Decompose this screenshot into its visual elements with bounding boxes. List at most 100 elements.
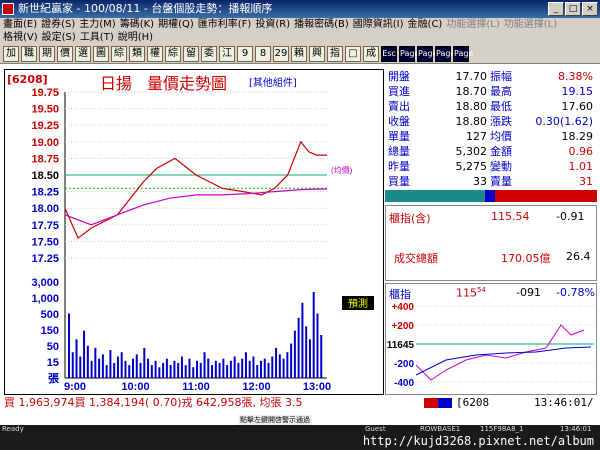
menu-item[interactable]: 籌碼(K) [120, 18, 154, 31]
volume-tick-label: 1,000 [31, 293, 59, 305]
volume-bar [105, 365, 108, 378]
title-bar: 新世紀贏家 - 100/08/11 - 台盤個股走勢：播報順序 _ □ × [0, 0, 600, 18]
toolbar-button[interactable]: 類 [129, 46, 145, 62]
price-tick-label: 17.25 [31, 253, 59, 265]
mini-tick-label: -400 [394, 378, 414, 389]
volume-bar [83, 330, 86, 378]
menu-item[interactable]: 投資(R) [255, 18, 290, 31]
toolbar-button[interactable]: 成 [363, 46, 379, 62]
index-label: 櫃指(含) [389, 212, 431, 225]
x-tick-label: 10:00 [121, 381, 149, 393]
menu-item[interactable]: 功能選擇(L) [504, 18, 557, 31]
menu-item[interactable]: 畫面(E) [3, 18, 37, 31]
series-price-line [64, 140, 327, 240]
toolbar-button[interactable]: 8 [255, 46, 271, 62]
toolbar-button[interactable]: 職 [21, 46, 37, 62]
app-icon [2, 3, 14, 15]
menu-item[interactable]: 功能選擇(L) [446, 18, 499, 31]
toolbar-button[interactable]: 指 [327, 46, 343, 62]
toolbar-button[interactable]: 期 [39, 46, 55, 62]
volume-tick-label: 50 [47, 341, 59, 353]
minimize-button[interactable]: _ [548, 2, 564, 16]
menu-item[interactable]: 播報密碼(B) [294, 18, 349, 31]
quote-label: 單量 [388, 130, 410, 143]
toolbar-button[interactable]: 加 [3, 46, 19, 62]
toolbar-button[interactable]: 選 [75, 46, 91, 62]
menu-item[interactable]: 工具(T) [80, 31, 114, 44]
toolbar-button[interactable]: □ [345, 46, 361, 62]
volume-bar [162, 362, 165, 378]
price-tick-label: 19.75 [31, 87, 59, 99]
status-ready: Ready [2, 425, 24, 433]
toolbar-button[interactable]: 賴 [291, 46, 307, 62]
toolbar-button[interactable]: Esc [381, 46, 397, 62]
bottom-summary: 買 1,963,974買 1,384,194( 0.70)戎 642,958張,… [4, 396, 598, 410]
bottom-code: [6208 [456, 396, 490, 409]
menu-item[interactable]: 證券(S) [41, 18, 75, 31]
prediction-label: 預測 [348, 297, 368, 310]
toolbar-button[interactable]: 29 [273, 46, 289, 62]
toolbar-button[interactable]: 綜 [165, 46, 181, 62]
quote-row: 賣出 18.80 最低 17.60 [385, 99, 597, 114]
quote-value: 5,275 [455, 160, 488, 173]
index-change: -0.91 [556, 210, 585, 223]
index-box: 櫃指(含) 115.54 -0.91 成交總額 170.05億 26.4 [385, 205, 597, 281]
menu-item[interactable]: 格視(V) [3, 31, 38, 44]
volume-bar [267, 362, 270, 378]
volume-tick-label: 張 [48, 372, 60, 385]
menu-item[interactable]: 金融(C) [408, 18, 443, 31]
toolbar-button[interactable]: 價 [57, 46, 73, 62]
quote-row: 買量 33 賣量 31 [385, 174, 597, 189]
volume-bar [222, 358, 225, 378]
bottom-time: 13:46:01/ [534, 396, 594, 409]
mini-pct: -0.78% [556, 286, 595, 299]
volume-bar [278, 354, 281, 378]
price-volume-chart: 19.75 19.50 19.25 19.00 18.75 18.50 18.25 18.00… [31, 87, 374, 393]
menu-item[interactable]: 國際資訊(I) [353, 18, 404, 31]
menu-item[interactable]: 主力(M) [79, 18, 115, 31]
toolbar-button[interactable]: 留 [183, 46, 199, 62]
toolbar-button[interactable]: Page [435, 46, 455, 62]
volume-bar [165, 358, 168, 378]
volume-bar [199, 362, 202, 378]
menu-item[interactable]: 設定(S) [42, 31, 76, 44]
mini-value-sup: 54 [477, 286, 486, 294]
quote-row: 買進 18.70 最高 19.15 [385, 84, 597, 99]
volume-bar [116, 356, 119, 378]
toolbar-button[interactable]: 興 [309, 46, 325, 62]
volume-bar [120, 352, 123, 378]
volume-bar [113, 362, 116, 378]
alert-hint[interactable]: 點擊左鍵開啓警示通過 [238, 415, 312, 425]
toolbar-button[interactable]: Page [453, 46, 473, 62]
toolbar-button[interactable]: 權 [147, 46, 163, 62]
menu-row-2: 格視(V) 設定(S) 工具(T) 說明(H) [0, 31, 600, 44]
volume-bar [263, 358, 266, 378]
price-tick-label: 19.50 [31, 104, 59, 116]
toolbar-button[interactable]: 委 [201, 46, 217, 62]
quote-label-2: 金額 [490, 145, 512, 158]
toolbar-button[interactable]: Page [399, 46, 419, 62]
quote-value-2: 1.01 [568, 160, 594, 173]
close-button[interactable]: × [582, 2, 598, 16]
volume-bar [90, 360, 93, 378]
volume-bar [128, 365, 131, 378]
toolbar-button[interactable]: 9 [237, 46, 253, 62]
quote-label: 買進 [388, 85, 410, 98]
volume-bar [135, 354, 138, 378]
toolbar-button[interactable]: 綜 [111, 46, 127, 62]
toolbar-button[interactable]: 江 [219, 46, 235, 62]
price-tick-label: 18.00 [31, 203, 59, 215]
volume-tick-label: 500 [41, 309, 59, 321]
menu-item[interactable]: 說明(H) [118, 31, 153, 44]
volume-bar [68, 313, 70, 378]
volume-bar [184, 365, 187, 378]
volume-bar [177, 362, 180, 378]
menu-item[interactable]: 期權(Q) [158, 18, 194, 31]
maximize-button[interactable]: □ [565, 2, 581, 16]
toolbar-button[interactable]: Page [417, 46, 437, 62]
toolbar-button[interactable]: 圖 [93, 46, 109, 62]
menu-item[interactable]: 匯市利率(F) [198, 18, 252, 31]
volume-bar [241, 358, 244, 378]
quote-value: 18.80 [455, 115, 488, 128]
quote-value: 18.70 [455, 85, 488, 98]
